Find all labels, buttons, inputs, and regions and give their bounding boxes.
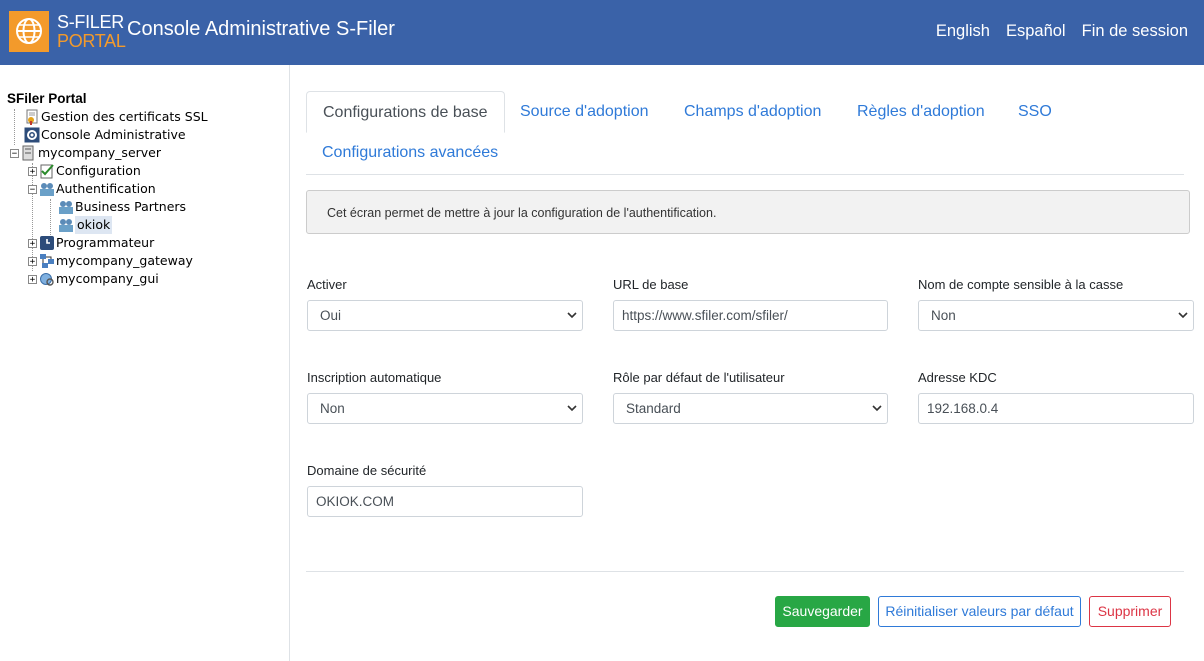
tree-item-gateway[interactable]: + mycompany_gateway [28,252,193,270]
globe-logo-icon [9,11,49,52]
case-label: Nom de compte sensible à la casse [918,277,1124,292]
expand-icon[interactable]: + [28,166,37,176]
url-label: URL de base [613,277,689,292]
save-button[interactable]: Sauvegarder [775,596,870,627]
tab-regles-adoption[interactable]: Règles d'adoption [841,91,1001,131]
certificate-icon [26,109,38,125]
tree-item-label: mycompany_server [38,145,162,160]
chevron-down-icon [872,405,882,412]
top-header: S-FILER PORTAL Console Administrative S-… [0,0,1204,65]
case-select[interactable]: Non [918,300,1194,331]
tree-item-gui[interactable]: + mycompany_gui [28,270,159,288]
collapse-icon[interactable]: − [10,148,19,158]
activer-label: Activer [307,277,347,292]
logo-line-1: S-FILER [57,12,124,32]
kdc-label: Adresse KDC [918,370,997,385]
tab-configurations-avancees[interactable]: Configurations avancées [306,132,514,172]
tree-item-label: mycompany_gateway [56,253,193,268]
expand-icon[interactable]: + [28,238,37,248]
role-value: Standard [626,401,681,416]
tab-bar: Configurations de base Source d'adoption… [306,91,1184,175]
tab-sso[interactable]: SSO [1002,91,1068,131]
logout-link[interactable]: Fin de session [1082,22,1188,41]
tree-item-ssl[interactable]: Gestion des certificats SSL [24,108,208,126]
server-icon [22,145,34,161]
collapse-icon[interactable]: − [28,184,37,194]
inscription-select[interactable]: Non [307,393,583,424]
tree-item-label: Gestion des certificats SSL [41,109,208,124]
domaine-input[interactable]: OKIOK.COM [307,486,583,517]
tree-item-label: Business Partners [75,199,187,214]
expand-icon[interactable]: + [28,256,37,266]
chevron-down-icon [1178,312,1188,319]
tree-item-programmateur[interactable]: + Programmateur [28,234,154,252]
tree-connector [50,199,51,235]
form-divider [306,571,1184,572]
tab-source-adoption[interactable]: Source d'adoption [504,91,664,131]
clock-icon [40,236,54,250]
url-input[interactable]: https://www.sfiler.com/sfiler/ [613,300,888,331]
tree-item-okiok[interactable]: okiok [58,216,113,234]
sidebar: SFiler Portal Gestion des certificats SS… [0,65,290,661]
tree-item-label: Console Administrative [41,127,186,142]
domaine-label: Domaine de sécurité [307,463,427,478]
tree-item-label: Programmateur [56,235,155,250]
inscription-value: Non [320,401,345,416]
role-select[interactable]: Standard [613,393,888,424]
globe-search-icon [40,273,54,286]
header-links: English Español Fin de session [936,22,1188,41]
tree-item-label: Configuration [56,163,141,178]
activer-value: Oui [320,308,342,323]
espanol-link[interactable]: Español [1006,22,1066,41]
tab-configurations-de-base[interactable]: Configurations de base [306,91,505,133]
chevron-down-icon [567,405,577,412]
tree-item-console[interactable]: Console Administrative [24,126,186,144]
gear-icon [24,127,40,143]
app-title: Console Administrative S-Filer [127,18,395,40]
tree-item-server[interactable]: − mycompany_server [10,144,161,162]
users-icon [59,219,73,232]
tree-root[interactable]: SFiler Portal [7,91,87,109]
chevron-down-icon [567,312,577,319]
tree-item-business-partners[interactable]: Business Partners [58,198,186,216]
tree-connector [14,109,15,145]
tree-item-label-selected: okiok [75,216,113,234]
tree-item-authentification[interactable]: − Authentification [28,180,156,198]
case-value: Non [931,308,956,323]
checklist-icon [40,164,54,179]
english-link[interactable]: English [936,22,990,41]
tree-item-label: mycompany_gui [56,271,159,286]
inscription-label: Inscription automatique [307,370,442,385]
tree-item-configuration[interactable]: + Configuration [28,162,141,180]
tree-view: SFiler Portal Gestion des certificats SS… [7,91,208,286]
logo-text: S-FILER PORTAL [57,13,126,51]
tab-champs-adoption[interactable]: Champs d'adoption [668,91,837,131]
logo-line-2: PORTAL [57,31,126,51]
activer-select[interactable]: Oui [307,300,583,331]
users-icon [40,183,54,196]
reset-defaults-button[interactable]: Réinitialiser valeurs par défaut [878,596,1081,627]
info-banner: Cet écran permet de mettre à jour la con… [306,190,1190,234]
role-label: Rôle par défaut de l'utilisateur [613,370,785,385]
kdc-input[interactable]: 192.168.0.4 [918,393,1194,424]
delete-button[interactable]: Supprimer [1089,596,1171,627]
tree-item-label: Authentification [56,181,156,196]
users-icon [59,201,73,214]
expand-icon[interactable]: + [28,274,37,284]
network-icon [40,254,54,268]
